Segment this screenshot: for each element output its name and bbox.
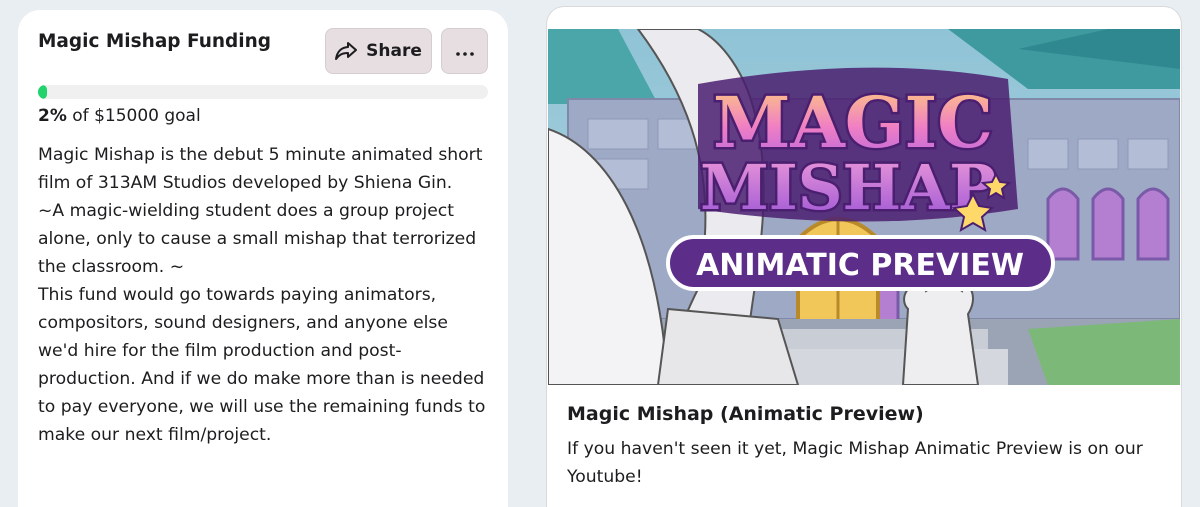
description-paragraph: Magic Mishap is the debut 5 minute anima… [38,145,483,193]
video-description: If you haven't seen it yet, Magic Mishap… [567,439,1143,487]
funding-description: Magic Mishap is the debut 5 minute anima… [38,141,488,449]
goal-percent: 2% [38,106,67,126]
thumbnail-logo-mishap: MISHAP [700,151,996,224]
description-paragraph: This fund would go towards paying animat… [38,285,486,445]
funding-title: Magic Mishap Funding [38,31,272,52]
more-options-button[interactable] [441,28,488,74]
goal-amount: of $15000 goal [66,106,201,126]
share-label: Share [366,41,422,61]
share-button[interactable]: Share [325,28,432,74]
share-icon [335,42,358,60]
video-thumbnail[interactable]: MAGIC MISHAP ANIMATIC PREVIEW [548,29,1180,385]
ellipsis-icon [455,44,474,59]
description-paragraph: ~A magic-wielding student does a group p… [38,201,477,277]
funding-card: Magic Mishap Funding Share 2% of $15000 … [18,10,508,507]
video-title[interactable]: Magic Mishap (Animatic Preview) [567,403,924,425]
thumbnail-banner: ANIMATIC PREVIEW [696,248,1024,283]
video-card[interactable]: MAGIC MISHAP ANIMATIC PREVIEW Magic Mish… [546,6,1182,507]
progress-bar [38,85,488,99]
goal-text: 2% of $15000 goal [38,106,201,126]
progress-fill [38,85,47,99]
